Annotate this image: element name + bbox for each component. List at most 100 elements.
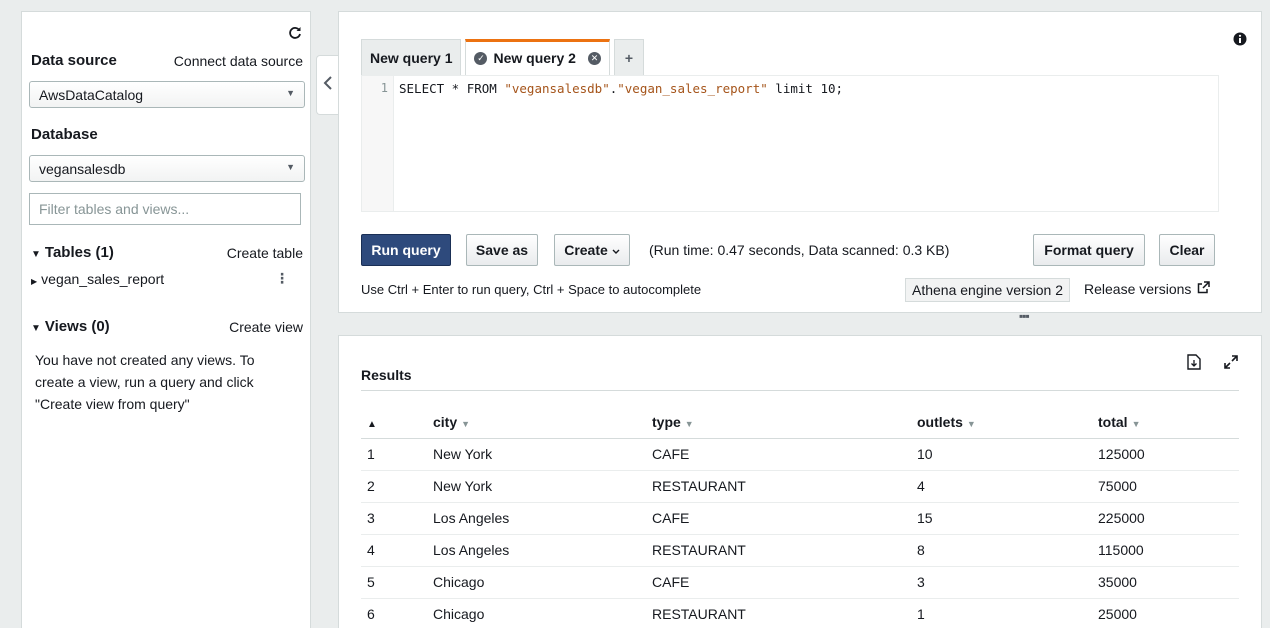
tables-label: Tables (1) xyxy=(44,244,114,261)
column-header-city[interactable]: city ▼ xyxy=(427,406,646,439)
format-query-label: Format query xyxy=(1044,242,1134,258)
views-toggle[interactable]: ▼ Views (0) xyxy=(31,318,110,335)
release-versions-label: Release versions xyxy=(1084,281,1192,297)
sort-caret-icon: ▼ xyxy=(461,418,471,429)
cell-outlets: 1 xyxy=(911,598,1092,628)
refresh-icon[interactable] xyxy=(288,26,302,43)
plus-icon: + xyxy=(624,50,634,66)
code-keyword: SELECT * FROM xyxy=(399,81,505,96)
table-row: 1 New York CAFE 10 125000 xyxy=(361,438,1239,471)
cell-type: RESTAURANT xyxy=(646,598,911,628)
cell-total: 125000 xyxy=(1092,438,1239,471)
tab-label: New query 2 xyxy=(493,50,576,66)
cell-outlets: 10 xyxy=(911,438,1092,471)
data-source-header: Data source Connect data source xyxy=(31,52,303,69)
line-number: 1 xyxy=(380,81,388,95)
create-button[interactable]: Create xyxy=(554,234,630,266)
cell-index: 2 xyxy=(361,470,427,503)
table-item[interactable]: ▶ vegan_sales_report ⋮ xyxy=(31,270,303,287)
query-tabs: New query 1 ✓ New query 2 ✕ + xyxy=(361,39,648,76)
cell-outlets: 4 xyxy=(911,470,1092,503)
chevron-down-icon: ▼ xyxy=(286,162,295,172)
chevron-left-icon xyxy=(323,75,333,95)
caret-down-icon: ▼ xyxy=(31,249,41,260)
cell-index: 4 xyxy=(361,534,427,567)
caret-right-icon: ▶ xyxy=(31,276,38,286)
cell-total: 25000 xyxy=(1092,598,1239,628)
data-source-label: Data source xyxy=(31,52,117,69)
add-tab-button[interactable]: + xyxy=(613,39,644,76)
cell-index: 1 xyxy=(361,438,427,471)
sidebar: Data source Connect data source AwsDataC… xyxy=(21,11,311,628)
chevron-down-icon: ▼ xyxy=(286,88,295,98)
cell-type: CAFE xyxy=(646,438,911,471)
cell-outlets: 15 xyxy=(911,502,1092,535)
code-line: SELECT * FROM "vegansalesdb"."vegan_sale… xyxy=(399,81,843,96)
results-panel: Results ▲ city ▼ type ▼ outlets ▼ total ▼ 1 … xyxy=(338,335,1262,628)
connect-data-source-link[interactable]: Connect data source xyxy=(174,53,303,69)
download-icon[interactable] xyxy=(1187,354,1201,373)
info-icon[interactable] xyxy=(1233,32,1247,49)
filter-placeholder: Filter tables and views... xyxy=(39,201,190,217)
cell-city: Chicago xyxy=(427,566,646,599)
cell-city: Los Angeles xyxy=(427,502,646,535)
check-circle-icon: ✓ xyxy=(474,51,488,65)
cell-total: 35000 xyxy=(1092,566,1239,599)
format-query-button[interactable]: Format query xyxy=(1033,234,1145,266)
results-divider xyxy=(361,390,1239,391)
create-table-link[interactable]: Create table xyxy=(227,245,303,261)
table-name: vegan_sales_report xyxy=(41,270,165,287)
collapse-sidebar-button[interactable] xyxy=(316,55,338,115)
release-versions-link[interactable]: Release versions xyxy=(1084,281,1211,297)
data-source-select[interactable]: AwsDataCatalog ▼ xyxy=(29,81,305,108)
tables-header: ▼ Tables (1) Create table xyxy=(31,244,303,261)
table-row: 5 Chicago CAFE 3 35000 xyxy=(361,566,1239,599)
code-suffix: limit 10; xyxy=(767,81,844,96)
cell-city: Chicago xyxy=(427,598,646,628)
clear-button[interactable]: Clear xyxy=(1159,234,1215,266)
save-as-label: Save as xyxy=(475,242,529,258)
views-empty-message: You have not created any views. To creat… xyxy=(35,352,255,412)
more-options-icon[interactable]: ⋮ xyxy=(275,270,289,287)
sort-caret-icon: ▼ xyxy=(684,418,694,429)
cell-city: New York xyxy=(427,438,646,471)
run-query-label: Run query xyxy=(371,242,441,258)
filter-tables-input[interactable]: Filter tables and views... xyxy=(29,193,301,225)
views-header: ▼ Views (0) Create view xyxy=(31,318,303,335)
cell-outlets: 3 xyxy=(911,566,1092,599)
save-as-button[interactable]: Save as xyxy=(466,234,538,266)
run-query-button[interactable]: Run query xyxy=(361,234,451,266)
database-select[interactable]: vegansalesdb ▼ xyxy=(29,155,305,182)
create-label: Create xyxy=(564,242,608,258)
close-circle-icon[interactable]: ✕ xyxy=(587,51,601,65)
clear-label: Clear xyxy=(1169,242,1205,258)
run-status: (Run time: 0.47 seconds, Data scanned: 0… xyxy=(649,242,950,258)
tab-new-query-2[interactable]: ✓ New query 2 ✕ xyxy=(465,39,610,76)
engine-version-badge: Athena engine version 2 xyxy=(905,278,1070,302)
resize-handle[interactable]: ▪▪▪ xyxy=(1019,309,1030,323)
column-header-outlets[interactable]: outlets ▼ xyxy=(911,406,1092,439)
views-label: Views (0) xyxy=(44,318,110,335)
database-label: Database xyxy=(31,126,98,143)
cell-city: New York xyxy=(427,470,646,503)
sort-asc-icon: ▲ xyxy=(367,418,377,430)
database-value: vegansalesdb xyxy=(39,161,126,177)
chevron-down-icon xyxy=(612,242,620,258)
table-row: 3 Los Angeles CAFE 15 225000 xyxy=(361,502,1239,535)
expand-icon[interactable] xyxy=(1223,354,1239,373)
external-link-icon xyxy=(1197,281,1211,297)
column-header-type[interactable]: type ▼ xyxy=(646,406,911,439)
cell-total: 75000 xyxy=(1092,470,1239,503)
cell-index: 6 xyxy=(361,598,427,628)
cell-index: 3 xyxy=(361,502,427,535)
sort-caret-icon: ▼ xyxy=(966,418,976,429)
column-header-total[interactable]: total ▼ xyxy=(1092,406,1239,439)
cell-total: 225000 xyxy=(1092,502,1239,535)
tables-toggle[interactable]: ▼ Tables (1) xyxy=(31,244,114,261)
sql-editor[interactable]: 1 SELECT * FROM "vegansalesdb"."vegan_sa… xyxy=(361,75,1219,212)
code-table-string: "vegan_sales_report" xyxy=(617,81,768,96)
tab-new-query-1[interactable]: New query 1 xyxy=(361,39,462,76)
create-view-link[interactable]: Create view xyxy=(229,319,303,335)
row-index-header[interactable]: ▲ xyxy=(361,406,427,439)
sort-caret-icon: ▼ xyxy=(1131,418,1141,429)
